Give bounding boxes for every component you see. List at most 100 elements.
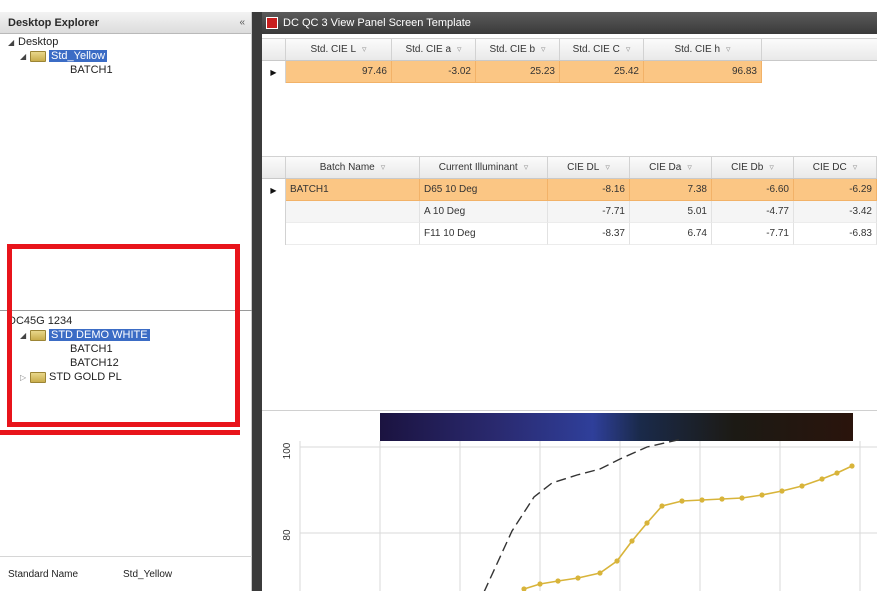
column-header[interactable]: Std. CIE a ▿ <box>392 39 476 60</box>
table-cell: 6.74 <box>630 223 712 245</box>
table-cell: -3.02 <box>392 61 476 83</box>
table-row[interactable]: F11 10 Deg -8.37 6.74 -7.71 -6.83 <box>262 223 877 245</box>
column-header[interactable]: Std. CIE L ▿ <box>286 39 392 60</box>
column-header-label: Batch Name <box>319 162 375 173</box>
column-header[interactable]: Current Illuminant ▿ <box>420 157 548 178</box>
window-title: DC QC 3 View Panel Screen Template <box>283 17 471 29</box>
table-cell: A 10 Deg <box>420 201 548 223</box>
table-cell: -3.42 <box>794 201 877 223</box>
column-header[interactable]: CIE DC ▿ <box>794 157 877 178</box>
standard-name-label: Standard Name <box>8 568 79 580</box>
column-header-label: CIE DC <box>812 162 847 173</box>
column-header[interactable]: CIE DL ▿ <box>548 157 630 178</box>
column-header-label: Std. CIE a <box>405 44 452 55</box>
table-cell <box>286 223 420 245</box>
table-cell: -8.37 <box>548 223 630 245</box>
grid-corner <box>262 157 286 178</box>
desktop-explorer-panel: Desktop Explorer « ◢ Desktop ◢ Std_Yello… <box>0 12 252 591</box>
filter-icon[interactable]: ▿ <box>381 162 386 173</box>
y-tick-label: 80 <box>282 529 293 541</box>
table-cell: BATCH1 <box>286 179 420 201</box>
table-row[interactable]: ▶ 97.46 -3.02 25.23 25.42 96.83 <box>262 61 877 83</box>
column-header[interactable]: Batch Name ▿ <box>286 157 420 178</box>
column-header-label: Std. CIE L <box>310 44 357 55</box>
tree-node-batch[interactable]: BATCH1 <box>8 63 113 77</box>
table-cell: -4.77 <box>712 201 794 223</box>
row-indicator-icon: ▶ <box>262 179 286 201</box>
table-cell: -6.60 <box>712 179 794 201</box>
explorer-title: Desktop Explorer <box>8 16 100 29</box>
column-header-label: Std. CIE b <box>489 44 536 55</box>
filter-icon[interactable]: ▿ <box>362 44 367 55</box>
table-cell: F11 10 Deg <box>420 223 548 245</box>
filter-icon[interactable]: ▿ <box>524 162 529 173</box>
table-cell: 7.38 <box>630 179 712 201</box>
table-cell: 96.83 <box>644 61 762 83</box>
grid-header: Batch Name ▿ Current Illuminant ▿ CIE DL ▿ … <box>262 157 877 179</box>
row-indicator <box>262 223 286 245</box>
table-cell: 5.01 <box>630 201 712 223</box>
table-cell: 25.23 <box>476 61 560 83</box>
top-strip <box>0 0 877 12</box>
tree-node-desktop[interactable]: ◢ Desktop <box>8 35 113 49</box>
callout-highlight-bar <box>0 430 240 435</box>
column-header-label: CIE DL <box>567 162 600 173</box>
table-cell: D65 10 Deg <box>420 179 548 201</box>
row-indicator-icon: ▶ <box>262 61 286 83</box>
standard-name-footer: Standard Name Std_Yellow <box>0 556 252 591</box>
column-header[interactable]: CIE Da ▿ <box>630 157 712 178</box>
tree-node-std-yellow[interactable]: ◢ Std_Yellow <box>8 49 113 63</box>
filter-icon[interactable]: ▿ <box>687 162 692 173</box>
column-header[interactable]: CIE Db ▿ <box>712 157 794 178</box>
column-header-label: Std. CIE C <box>572 44 620 55</box>
table-row[interactable]: A 10 Deg -7.71 5.01 -4.77 -3.42 <box>262 201 877 223</box>
filter-icon[interactable]: ▿ <box>853 162 858 173</box>
filter-icon[interactable]: ▿ <box>626 44 631 55</box>
column-header[interactable]: Std. CIE b ▿ <box>476 39 560 60</box>
tree-node-label: Std_Yellow <box>49 50 108 62</box>
window-titlebar: DC QC 3 View Panel Screen Template <box>262 12 877 34</box>
app-icon <box>266 17 278 29</box>
table-cell: 25.42 <box>560 61 644 83</box>
spectral-chart-svg: 100 80 <box>282 413 877 591</box>
desktop-tree: ◢ Desktop ◢ Std_Yellow BATCH1 <box>8 35 113 77</box>
expand-triangle-icon[interactable]: ◢ <box>20 52 30 61</box>
filter-icon[interactable]: ▿ <box>457 44 462 55</box>
column-header-label: Current Illuminant <box>438 162 518 173</box>
standard-values-grid: Std. CIE L ▿ Std. CIE a ▿ Std. CIE b ▿ Std.… <box>262 38 877 83</box>
explorer-header: Desktop Explorer « <box>0 12 251 34</box>
table-cell: -6.29 <box>794 179 877 201</box>
grid-corner <box>262 39 286 60</box>
filter-icon[interactable]: ▿ <box>541 44 546 55</box>
standard-name-value: Std_Yellow <box>123 568 173 580</box>
spectrum-color-bar <box>380 413 853 441</box>
batch-curve-points <box>521 463 855 591</box>
column-header[interactable]: Std. CIE h ▿ <box>644 39 762 60</box>
table-cell: -6.83 <box>794 223 877 245</box>
expand-triangle-icon[interactable]: ◢ <box>8 38 18 47</box>
callout-highlight-box <box>7 244 240 427</box>
grid-header: Std. CIE L ▿ Std. CIE a ▿ Std. CIE b ▿ Std.… <box>262 39 877 61</box>
chart-gridlines <box>299 441 877 591</box>
filter-icon[interactable]: ▿ <box>726 44 731 55</box>
row-indicator <box>262 201 286 223</box>
tree-node-label: Desktop <box>18 36 59 48</box>
column-header-label: CIE Db <box>731 162 764 173</box>
table-row[interactable]: ▶ BATCH1 D65 10 Deg -8.16 7.38 -6.60 -6.… <box>262 179 877 201</box>
table-cell: 97.46 <box>286 61 392 83</box>
app-root: Desktop Explorer « ◢ Desktop ◢ Std_Yello… <box>0 0 877 591</box>
filter-icon[interactable]: ▿ <box>605 162 610 173</box>
column-header-label: CIE Da <box>649 162 682 173</box>
table-cell: -7.71 <box>712 223 794 245</box>
collapse-panel-button[interactable]: « <box>239 17 245 28</box>
table-cell <box>286 201 420 223</box>
folder-icon <box>30 50 46 62</box>
batch-values-grid: Batch Name ▿ Current Illuminant ▿ CIE DL ▿ … <box>262 156 877 245</box>
vertical-splitter[interactable] <box>252 12 262 591</box>
table-cell: -8.16 <box>548 179 630 201</box>
standard-curve-line <box>483 438 683 591</box>
y-tick-label: 100 <box>282 442 293 459</box>
tree-node-label: BATCH1 <box>70 64 113 76</box>
filter-icon[interactable]: ▿ <box>769 162 774 173</box>
column-header[interactable]: Std. CIE C ▿ <box>560 39 644 60</box>
